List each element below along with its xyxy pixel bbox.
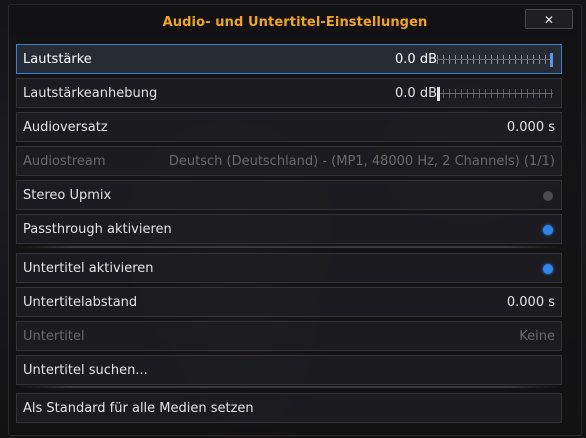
audio-stream-value: Deutsch (Deutschland) - (MP1, 48000 Hz, … (168, 154, 555, 169)
subtitles-enable-toggle-icon[interactable] (543, 264, 553, 274)
volume-slider-handle[interactable] (550, 53, 553, 67)
volume-value: 0.0 dB (395, 52, 437, 67)
search-subtitles-label: Untertitel suchen... (23, 363, 148, 378)
passthrough-toggle-icon[interactable] (543, 225, 553, 235)
subtitle-offset-label: Untertitelabstand (23, 295, 138, 310)
volume-amplification-setting[interactable]: Lautstärkeanhebung 0.0 dB (16, 78, 562, 108)
passthrough-label: Passthrough aktivieren (23, 222, 172, 237)
audio-offset-value: 0.000 s (506, 120, 555, 135)
stereo-upmix-label: Stereo Upmix (23, 188, 112, 203)
subtitle-offset-setting[interactable]: Untertitelabstand 0.000 s (16, 287, 562, 317)
section-divider (16, 386, 562, 388)
audio-stream-setting: Audiostream Deutsch (Deutschland) - (MP1… (16, 146, 562, 176)
volume-label: Lautstärke (23, 52, 92, 67)
set-as-default-label: Als Standard für alle Medien setzen (23, 401, 254, 416)
volume-setting[interactable]: Lautstärke 0.0 dB (16, 44, 562, 74)
volume-amplification-slider[interactable] (437, 87, 553, 101)
subtitles-enable-setting[interactable]: Untertitel aktivieren (16, 253, 562, 283)
audio-offset-label: Audioversatz (23, 120, 108, 135)
volume-slider[interactable] (437, 53, 553, 67)
set-as-default-button[interactable]: Als Standard für alle Medien setzen (16, 393, 562, 423)
subtitles-enable-label: Untertitel aktivieren (23, 261, 154, 276)
audio-stream-label: Audiostream (23, 154, 106, 169)
dialog-title: Audio- und Untertitel-Einstellungen (162, 15, 428, 30)
stereo-upmix-toggle-icon[interactable] (543, 191, 553, 201)
stereo-upmix-setting[interactable]: Stereo Upmix (16, 180, 562, 210)
audio-offset-setting[interactable]: Audioversatz 0.000 s (16, 112, 562, 142)
search-subtitles-button[interactable]: Untertitel suchen... (16, 355, 562, 385)
volume-amplification-label: Lautstärkeanhebung (23, 86, 158, 101)
subtitle-stream-label: Untertitel (23, 329, 85, 344)
section-divider (16, 246, 562, 248)
volume-amplification-slider-handle[interactable] (437, 87, 440, 101)
subtitle-stream-value: Keine (519, 329, 555, 344)
volume-amplification-value: 0.0 dB (395, 86, 437, 101)
close-icon: ✕ (543, 13, 555, 27)
subtitle-stream-setting: Untertitel Keine (16, 321, 562, 351)
close-button[interactable]: ✕ (525, 9, 573, 29)
passthrough-setting[interactable]: Passthrough aktivieren (16, 214, 562, 244)
subtitle-offset-value: 0.000 s (506, 295, 555, 310)
